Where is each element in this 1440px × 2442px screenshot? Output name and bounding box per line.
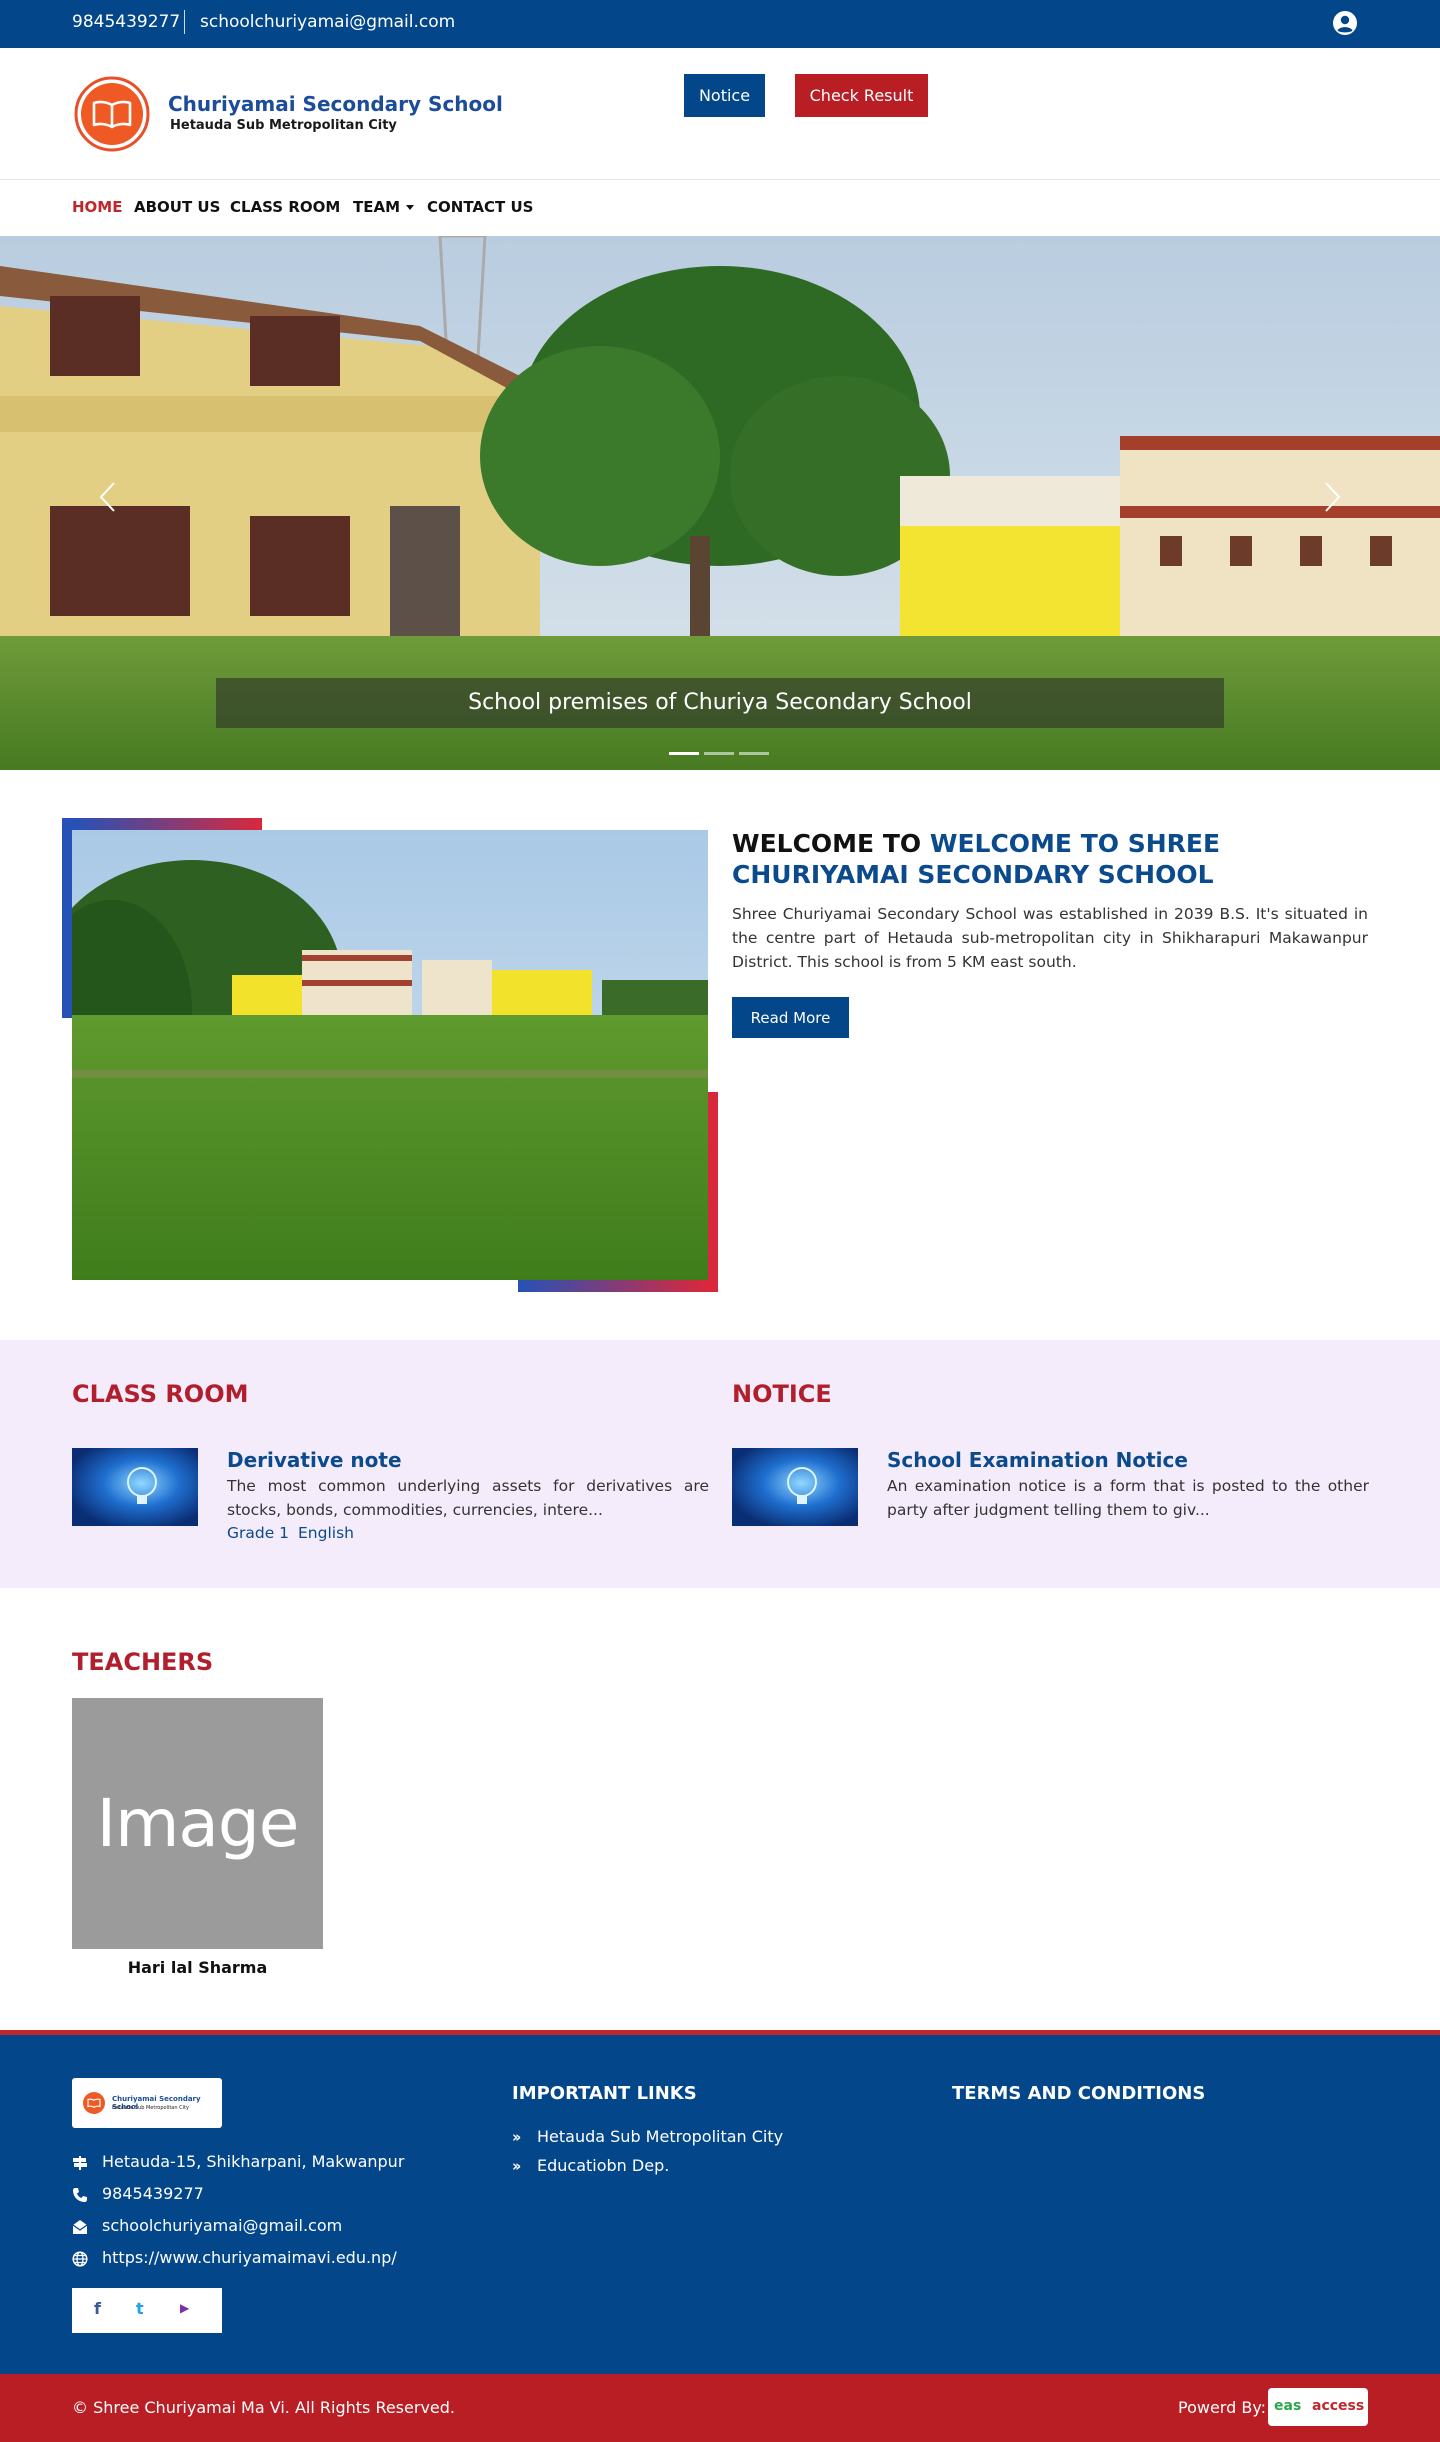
terms-heading[interactable]: TERMS AND CONDITIONS <box>952 2083 1205 2104</box>
double-chevron-right-icon: ›› <box>512 2157 522 2175</box>
phone-icon <box>73 2188 87 2202</box>
welcome-heading-prefix: WELCOME TO <box>732 829 922 858</box>
notice-item-text: An examination notice is a form that is … <box>887 1477 1369 1519</box>
top-bar: 9845439277 schoolchuriyamai@gmail.com <box>0 0 1440 48</box>
powered-by-logo-part-a: eas <box>1274 2398 1302 2414</box>
social-links: f t ▶ <box>72 2288 222 2333</box>
user-circle-icon[interactable] <box>1332 10 1358 36</box>
main-nav: HOME ABOUT US CLASS ROOM TEAM CONTACT US <box>0 180 1440 236</box>
nav-item-home[interactable]: HOME <box>72 198 122 216</box>
important-links-heading: IMPORTANT LINKS <box>512 2083 697 2104</box>
teacher-photo-placeholder[interactable]: Image <box>72 1698 323 1949</box>
school-logo[interactable] <box>74 76 150 152</box>
copyright-bar: © Shree Churiyamai Ma Vi. All Rights Res… <box>0 2374 1440 2442</box>
footer-website-text: https://www.churiyamaimavi.edu.np/ <box>102 2248 397 2267</box>
footer-logo-sub: Hetauda Sub Metropolitan City <box>112 2105 189 2111</box>
copyright-text: © Shree Churiyamai Ma Vi. All Rights Res… <box>72 2398 455 2417</box>
carousel-next-icon[interactable] <box>1322 480 1344 514</box>
nav-item-team[interactable]: TEAM <box>353 198 415 216</box>
teachers-heading: TEACHERS <box>72 1648 214 1676</box>
carousel-indicators <box>669 740 774 759</box>
teacher-name: Hari lal Sharma <box>127 1958 268 1977</box>
carousel-indicator-1[interactable] <box>669 752 699 755</box>
site-header: Churiyamai Secondary School Hetauda Sub … <box>0 48 1440 180</box>
envelope-open-icon <box>72 2220 88 2234</box>
site-footer: Churiyamai Secondary School Hetauda Sub … <box>0 2030 1440 2374</box>
twitter-icon[interactable]: t <box>136 2299 144 2318</box>
signpost-icon <box>73 2156 87 2170</box>
carousel-prev-icon[interactable] <box>96 480 118 514</box>
powered-by-label: Powerd By: <box>1178 2398 1267 2417</box>
hero-carousel[interactable]: School premises of Churiya Secondary Sch… <box>0 236 1440 770</box>
youtube-icon[interactable]: ▶ <box>180 2301 189 2315</box>
classroom-item-title[interactable]: Derivative note <box>227 1448 402 1472</box>
footer-logo[interactable]: Churiyamai Secondary School Hetauda Sub … <box>72 2078 222 2128</box>
footer-address-text: Hetauda-15, Shikharpani, Makwanpur <box>102 2152 405 2171</box>
topbar-phone[interactable]: 9845439277 <box>72 12 180 32</box>
nav-item-class-room[interactable]: CLASS ROOM <box>230 198 340 216</box>
classroom-notice-section: CLASS ROOM Derivative note The most comm… <box>0 1340 1440 1588</box>
powered-by-logo[interactable]: eas access <box>1268 2388 1368 2426</box>
school-name[interactable]: Churiyamai Secondary School <box>168 92 503 116</box>
classroom-item-text: The most common underlying assets for de… <box>227 1477 709 1519</box>
topbar-email[interactable]: schoolchuriyamai@gmail.com <box>200 12 455 32</box>
welcome-heading: WELCOME TO WELCOME TO SHREE CHURIYAMAI S… <box>732 828 1372 890</box>
double-chevron-right-icon: ›› <box>512 2128 522 2146</box>
nav-item-contact-us[interactable]: CONTACT US <box>427 198 533 216</box>
footer-phone-text: 9845439277 <box>102 2184 204 2203</box>
powered-by-logo-part-b: access <box>1312 2398 1365 2414</box>
chevron-down-icon <box>406 205 415 210</box>
notice-item-title[interactable]: School Examination Notice <box>887 1448 1188 1472</box>
carousel-indicator-2[interactable] <box>704 752 734 755</box>
footer-link-1-text: Hetauda Sub Metropolitan City <box>537 2127 784 2146</box>
read-more-button[interactable]: Read More <box>732 997 849 1038</box>
school-subtitle: Hetauda Sub Metropolitan City <box>170 118 397 133</box>
welcome-image <box>72 830 708 1280</box>
globe-icon <box>72 2251 88 2267</box>
classroom-heading: CLASS ROOM <box>72 1380 249 1408</box>
carousel-indicator-3[interactable] <box>739 752 769 755</box>
classroom-thumbnail[interactable] <box>72 1448 198 1526</box>
welcome-text: Shree Churiyamai Secondary School was es… <box>732 905 1368 971</box>
footer-email-text: schoolchuriyamai@gmail.com <box>102 2216 343 2235</box>
hero-caption: School premises of Churiya Secondary Sch… <box>216 678 1224 728</box>
notice-heading: NOTICE <box>732 1380 832 1408</box>
nav-item-team-label: TEAM <box>353 198 401 216</box>
check-result-button[interactable]: Check Result <box>795 74 928 117</box>
footer-link-2-text: Educatiobn Dep. <box>537 2156 670 2175</box>
classroom-grade-tag[interactable]: Grade 1 <box>227 1524 289 1542</box>
notice-button[interactable]: Notice <box>684 74 765 117</box>
facebook-icon[interactable]: f <box>94 2299 101 2318</box>
notice-thumbnail[interactable] <box>732 1448 858 1526</box>
welcome-image-frame <box>62 818 718 1292</box>
nav-item-about-us[interactable]: ABOUT US <box>134 198 220 216</box>
topbar-divider <box>184 10 185 34</box>
classroom-subject-tag[interactable]: English <box>298 1524 354 1542</box>
open-book-icon <box>83 2092 105 2114</box>
